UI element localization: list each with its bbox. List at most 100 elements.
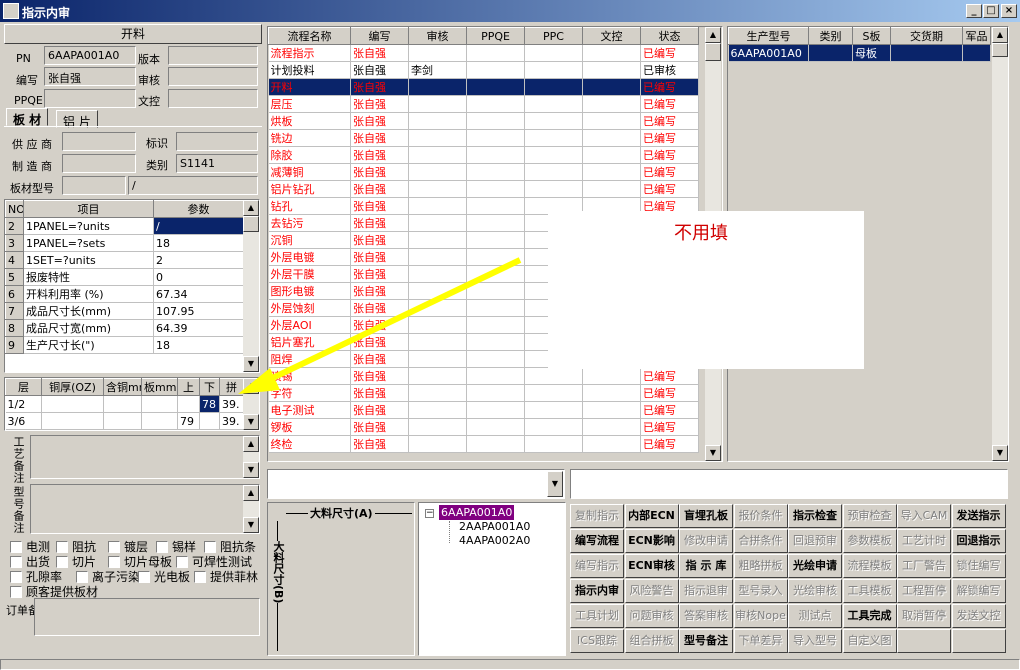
model-cell-due[interactable] — [890, 44, 963, 62]
checkbox-icon[interactable] — [10, 556, 22, 568]
flow-row[interactable]: 计划投料 张自强 李剑 已审核 — [268, 61, 699, 79]
action-button[interactable]: 解锁编写 — [951, 579, 1006, 603]
model-col-header[interactable]: 生产型号 — [728, 27, 809, 45]
scroll-up-icon[interactable]: ▲ — [705, 27, 721, 43]
supplier-field[interactable] — [62, 132, 136, 151]
flow-col-header[interactable]: 文控 — [582, 27, 641, 45]
flow-col-header[interactable]: 状态 — [640, 27, 699, 45]
ppqe-field[interactable] — [44, 89, 136, 108]
action-button[interactable]: 报价条件 — [733, 504, 788, 528]
board-model-field-b[interactable]: / — [128, 176, 258, 195]
action-button[interactable]: 审核Nope — [733, 604, 788, 628]
param-row[interactable]: 7 成品尺寸长(mm) 107.95 — [5, 302, 244, 320]
tab-board[interactable]: 板 材 — [6, 108, 49, 127]
tree-root[interactable]: 6AAPA001A0 — [439, 505, 515, 520]
model-col-header[interactable]: S板 — [852, 27, 891, 45]
flow-col-header[interactable]: PPQE — [466, 27, 525, 45]
param-value[interactable]: 18 — [153, 234, 244, 252]
flow-name[interactable]: 钻孔 — [268, 197, 351, 215]
checkbox-icon[interactable] — [10, 586, 22, 598]
flow-name[interactable]: 除胶 — [268, 146, 351, 164]
checkbox-icon[interactable] — [10, 541, 22, 553]
flow-row[interactable]: 开料 张自强 已编写 — [268, 78, 699, 96]
flow-row[interactable]: 电子测试 张自强 已编写 — [268, 401, 699, 419]
param-row[interactable]: 8 成品尺寸宽(mm) 64.39 — [5, 319, 244, 337]
scroll-thumb[interactable] — [705, 43, 721, 61]
info-field[interactable] — [570, 469, 1008, 499]
param-value[interactable]: / — [153, 217, 244, 235]
action-button[interactable]: 测试点 — [788, 604, 842, 628]
maximize-button[interactable]: □ — [983, 4, 999, 18]
flow-row[interactable]: 除胶 张自强 已编写 — [268, 146, 699, 164]
flow-name[interactable]: 锣板 — [268, 418, 351, 436]
flow-row[interactable]: 铣边 张自强 已编写 — [268, 129, 699, 147]
action-button[interactable]: 型号录入 — [733, 579, 788, 603]
flow-row[interactable]: 烘板 张自强 已编写 — [268, 112, 699, 130]
scroll-up-icon[interactable]: ▲ — [243, 200, 259, 216]
param-row[interactable]: 5 报废特性 0 — [5, 268, 244, 286]
type-note-field[interactable]: ▲ ▼ — [30, 484, 260, 534]
action-button[interactable]: ECN审核 — [624, 554, 679, 578]
scroll-down-icon[interactable]: ▼ — [243, 414, 259, 430]
scroll-down-icon[interactable]: ▼ — [243, 517, 259, 533]
action-button[interactable]: 问题审核 — [624, 604, 679, 628]
action-button[interactable]: 发送指示 — [951, 504, 1006, 528]
action-button[interactable]: 工具完成 — [842, 604, 897, 628]
action-button[interactable]: 光绘申请 — [788, 554, 842, 578]
checkbox-icon[interactable] — [194, 571, 206, 583]
review-field[interactable] — [168, 67, 258, 86]
minimize-button[interactable]: _ — [966, 4, 982, 18]
flow-name[interactable]: 铝片钻孔 — [268, 180, 351, 198]
version-field[interactable] — [168, 46, 258, 65]
checkbox-icon[interactable] — [56, 556, 68, 568]
layer-cell-down[interactable] — [199, 412, 220, 430]
model-cell-cat[interactable] — [808, 44, 853, 62]
tree-child[interactable]: 2AAPA001A0 — [459, 520, 530, 533]
mark-field[interactable] — [176, 132, 258, 151]
flow-col-header[interactable]: 流程名称 — [268, 27, 351, 45]
action-button[interactable]: 指示退审 — [679, 579, 733, 603]
layer-cell-cumm[interactable] — [103, 395, 142, 413]
action-button[interactable]: 自定义图 — [842, 629, 897, 653]
flow-col-header[interactable]: 编写 — [350, 27, 409, 45]
layer-row[interactable]: 3/6 79 39. — [5, 412, 244, 430]
action-button[interactable]: 内部ECN — [624, 504, 679, 528]
action-button[interactable]: 工艺计时 — [897, 529, 951, 553]
checkbox-icon[interactable] — [204, 541, 216, 553]
checkbox-icon[interactable] — [56, 541, 68, 553]
layer-cell-cu[interactable] — [41, 412, 104, 430]
model-cell-model[interactable]: 6AAPA001A0 — [728, 44, 809, 62]
layer-cell-layer[interactable]: 1/2 — [5, 395, 42, 413]
layer-cell-down[interactable]: 78 — [199, 395, 220, 413]
scroll-down-icon[interactable]: ▼ — [243, 462, 259, 478]
action-button[interactable]: 编写流程 — [570, 529, 624, 553]
flow-name[interactable]: 去钻污 — [268, 214, 351, 232]
action-button[interactable]: 回退指示 — [951, 529, 1006, 553]
action-button[interactable]: 工厂警告 — [897, 554, 951, 578]
collapse-icon[interactable]: − — [425, 509, 434, 518]
param-row[interactable]: 3 1PANEL=?sets 18 — [5, 234, 244, 252]
board-model-field-a[interactable] — [62, 176, 126, 195]
layer-cell-bmm[interactable] — [141, 412, 178, 430]
action-button[interactable]: 发送文控 — [951, 604, 1006, 628]
flow-name[interactable]: 减薄铜 — [268, 163, 351, 181]
action-button[interactable]: 锁住编写 — [951, 554, 1006, 578]
action-button[interactable]: 粗略拼板 — [733, 554, 788, 578]
action-button[interactable]: 导入CAM — [897, 504, 951, 528]
checkbox-icon[interactable] — [156, 541, 168, 553]
dropdown-icon[interactable]: ▼ — [547, 471, 563, 497]
action-button[interactable]: 指 示 库 — [679, 554, 733, 578]
param-row[interactable]: 6 开料利用率 (%) 67.34 — [5, 285, 244, 303]
flow-col-header[interactable]: 审核 — [408, 27, 467, 45]
flow-name[interactable]: 铣边 — [268, 129, 351, 147]
flow-col-header[interactable]: PPC — [524, 27, 583, 45]
tree-child[interactable]: 4AAPA002A0 — [459, 534, 530, 547]
maker-field[interactable] — [62, 154, 136, 173]
model-col-header[interactable]: 交货期 — [890, 27, 963, 45]
model-col-header[interactable]: 军品 — [962, 27, 991, 45]
layer-cell-bmm[interactable] — [141, 395, 178, 413]
action-button[interactable]: 编写指示 — [570, 554, 624, 578]
action-button[interactable]: 修改申请 — [679, 529, 733, 553]
flow-name[interactable]: 终检 — [268, 435, 351, 453]
action-button[interactable]: 下单差异 — [733, 629, 788, 653]
